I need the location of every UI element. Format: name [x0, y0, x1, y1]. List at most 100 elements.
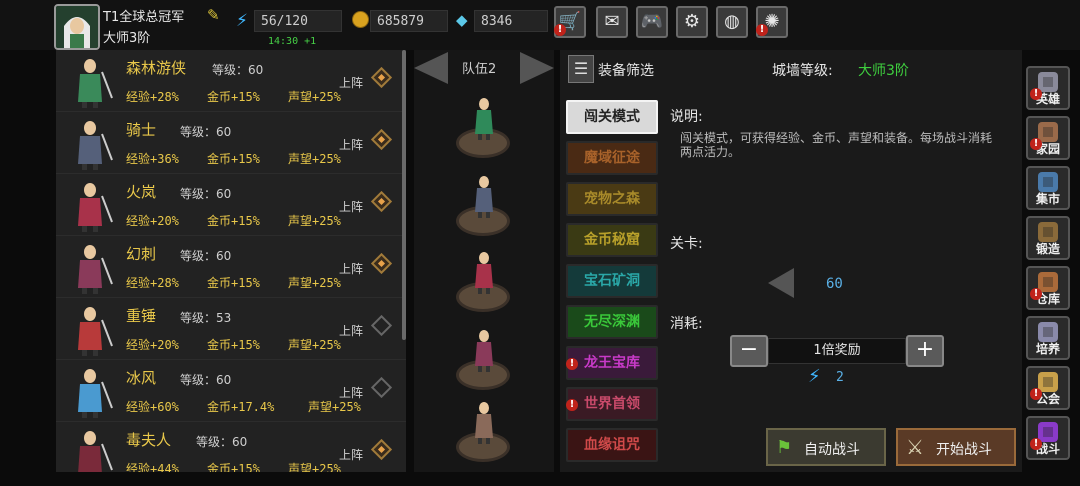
hero-fame-bonus: 声望+25% [288, 90, 341, 104]
mail-button[interactable]: ✉ [596, 6, 628, 38]
deploy-toggle-icon[interactable] [370, 252, 393, 275]
energy-cost-icon: ⚡ [808, 366, 821, 387]
deploy-label: 上阵 [339, 448, 364, 462]
deploy-toggle-icon[interactable] [370, 66, 393, 89]
hero-row[interactable]: 重锤 等级：53 经验+20% 金币+15% 声望+25% 上阵 [56, 298, 406, 360]
hero-gold-bonus: 金币+15% [207, 214, 260, 228]
equipment-filter-label[interactable]: 装备筛选 [598, 60, 654, 80]
hero-name: 火岚 [126, 183, 157, 201]
hero-exp-bonus: 经验+28% [126, 276, 179, 290]
hero-portrait-icon [64, 240, 116, 294]
alert-badge: ! [756, 24, 768, 36]
mode-label: 血缘诅咒 [584, 437, 640, 453]
nav-portal[interactable]: 战斗! [1026, 416, 1070, 460]
alert-badge: ! [1030, 438, 1042, 450]
hero-portrait-icon [64, 426, 116, 472]
deploy-label: 上阵 [339, 138, 364, 152]
hero-portrait-icon [64, 302, 116, 356]
hero-portrait-icon [64, 178, 116, 232]
gamepad-button[interactable]: 🎮 [636, 6, 668, 38]
hero-fame-bonus: 声望+25% [288, 214, 341, 228]
hero-name: 骑士 [126, 121, 157, 139]
main-nav-sidebar: 英雄! 家园! 集市锻造仓库! 培养公会! 战斗! [1024, 66, 1080, 472]
hero-row[interactable]: 幻刺 等级：60 经验+28% 金币+15% 声望+25% 上阵 [56, 236, 406, 298]
hero-name: 幻刺 [126, 245, 157, 263]
hero-gold-bonus: 金币+15% [207, 90, 260, 104]
alert-badge: ! [1030, 88, 1042, 100]
mode-label: 金币秘窟 [584, 232, 640, 248]
start-battle-button[interactable]: ⚔ 开始战斗 [896, 428, 1016, 466]
avatar-portrait-icon [56, 6, 98, 48]
nav-hero-helmet[interactable]: 英雄! [1026, 66, 1070, 110]
hero-row[interactable]: 骑士 等级：60 经验+36% 金币+15% 声望+25% 上阵 [56, 112, 406, 174]
mode-label: 宝石矿洞 [584, 273, 640, 289]
hero-row[interactable]: 森林游侠 等级：60 经验+28% 金币+15% 声望+25% 上阵 [56, 50, 406, 112]
mode-label: 无尽深渊 [584, 314, 640, 330]
gear-button[interactable]: ⚙ [676, 6, 708, 38]
cart-button[interactable]: 🛒! [554, 6, 586, 38]
hero-level: 等级：60 [180, 125, 232, 139]
hero-row[interactable]: 冰风 等级：60 经验+60% 金币+17.4% 声望+25% 上阵 [56, 360, 406, 422]
energy-bolt-icon: ⚡ [236, 11, 248, 31]
hero-list[interactable]: 森林游侠 等级：60 经验+28% 金币+15% 声望+25% 上阵 骑士 等级：60 经验+3… [56, 50, 406, 472]
team-hero-icon [468, 96, 500, 140]
mode-button[interactable]: 金币秘窟 [566, 223, 658, 257]
deploy-label: 上阵 [339, 76, 364, 90]
deploy-toggle-icon[interactable] [370, 128, 393, 151]
deploy-toggle-icon[interactable] [370, 438, 393, 461]
nav-market-stall[interactable]: 集市 [1026, 166, 1070, 210]
hero-level: 等级：60 [180, 187, 232, 201]
hero-level: 等级：53 [180, 311, 232, 325]
mode-button[interactable]: 血缘诅咒 [566, 428, 658, 462]
mode-button[interactable]: 无尽深渊 [566, 305, 658, 339]
hero-level: 等级：60 [212, 63, 264, 77]
hero-gold-bonus: 金币+17.4% [207, 400, 275, 414]
hero-list-scrollbar[interactable] [402, 50, 406, 340]
mode-button[interactable]: 世界首领! [566, 387, 658, 421]
energy-cost-value: 2 [836, 370, 844, 385]
color-wheel-button[interactable]: ◍ [716, 6, 748, 38]
hero-gold-bonus: 金币+15% [207, 152, 260, 166]
color-wheel-icon: ◍ [724, 11, 740, 32]
nav-label: 培养 [1035, 342, 1060, 356]
nav-storage-chest[interactable]: 仓库! [1026, 266, 1070, 310]
player-rank: 大师3阶 [103, 31, 151, 46]
edit-name-icon[interactable]: ✎ [207, 6, 223, 24]
mode-button[interactable]: 宝石矿洞 [566, 264, 658, 298]
energy-timer: 14:30 +1 [268, 36, 317, 47]
hero-name: 森林游侠 [126, 59, 187, 77]
hero-fame-bonus: 声望+25% [288, 338, 341, 352]
hero-portrait-icon [64, 116, 116, 170]
mode-button[interactable]: 闯关模式 [566, 100, 658, 134]
mode-button[interactable]: 魔域征途 [566, 141, 658, 175]
deploy-toggle-icon[interactable] [370, 314, 393, 337]
hero-gold-bonus: 金币+15% [207, 462, 260, 472]
mode-label: 世界首领 [584, 396, 640, 412]
player-avatar[interactable] [54, 4, 100, 50]
description-title: 说明: [670, 109, 703, 125]
nav-trophy[interactable]: 培养 [1026, 316, 1070, 360]
mode-button[interactable]: 宠物之森 [566, 182, 658, 216]
mode-label: 龙王宝库 [584, 355, 640, 371]
hero-level: 等级：60 [180, 249, 232, 263]
mode-label: 宠物之森 [584, 191, 640, 207]
deploy-toggle-icon[interactable] [370, 190, 393, 213]
mode-button[interactable]: 龙王宝库! [566, 346, 658, 380]
hero-row[interactable]: 毒夫人 等级：60 经验+44% 金币+15% 声望+25% 上阵 [56, 422, 406, 472]
wall-level-value: 大师3阶 [858, 63, 909, 79]
increase-reward-button[interactable]: + [906, 335, 944, 367]
hero-row[interactable]: 火岚 等级：60 经验+20% 金币+15% 声望+25% 上阵 [56, 174, 406, 236]
deploy-toggle-icon[interactable] [370, 376, 393, 399]
energy-value: 56/120 [254, 10, 342, 32]
filter-list-icon[interactable]: ☰ [568, 55, 594, 83]
hero-exp-bonus: 经验+20% [126, 214, 179, 228]
wall-level-label: 城墙等级: [772, 63, 833, 79]
start-battle-label: 开始战斗 [936, 442, 992, 458]
hero-name: 重锤 [126, 307, 157, 325]
nav-guild-emblem[interactable]: 公会! [1026, 366, 1070, 410]
nav-castle[interactable]: 家园! [1026, 116, 1070, 160]
decrease-reward-button[interactable]: − [730, 335, 768, 367]
auto-battle-button[interactable]: ⚑ 自动战斗 [766, 428, 886, 466]
fireworks-button[interactable]: ✺! [756, 6, 788, 38]
nav-anvil-hammer[interactable]: 锻造 [1026, 216, 1070, 260]
